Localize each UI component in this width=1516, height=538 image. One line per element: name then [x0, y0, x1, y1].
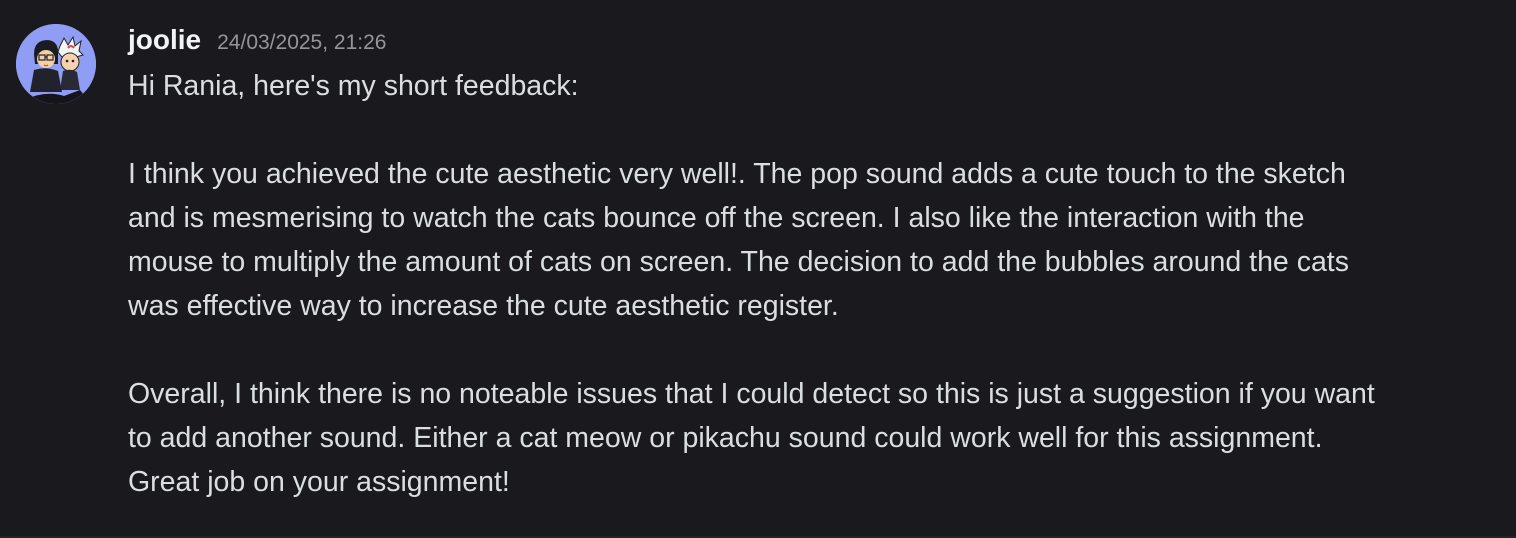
timestamp[interactable]: 24/03/2025, 21:26 [217, 31, 386, 55]
message-line: and is mesmerising to watch the cats bou… [128, 202, 1305, 234]
message-line: I think you achieved the cute aesthetic … [128, 158, 1346, 190]
chat-message: joolie 24/03/2025, 21:26 Hi Rania, here'… [0, 0, 1516, 538]
message-line: was effective way to increase the cute a… [128, 290, 839, 322]
message-line: to add another sound. Either a cat meow … [128, 422, 1323, 454]
avatar-illustration-icon [16, 24, 96, 104]
avatar[interactable] [16, 24, 96, 104]
message-header: joolie 24/03/2025, 21:26 [128, 24, 386, 62]
message-line: mouse to multiply the amount of cats on … [128, 246, 1349, 278]
message-line: Overall, I think there is no noteable is… [128, 378, 1375, 410]
message-line: Great job on your assignment! [128, 466, 510, 498]
message-greeting: Hi Rania, here's my short feedback: [128, 70, 579, 102]
message-content: Hi Rania, here's my short feedback: I th… [128, 64, 1498, 504]
username[interactable]: joolie [128, 24, 201, 56]
